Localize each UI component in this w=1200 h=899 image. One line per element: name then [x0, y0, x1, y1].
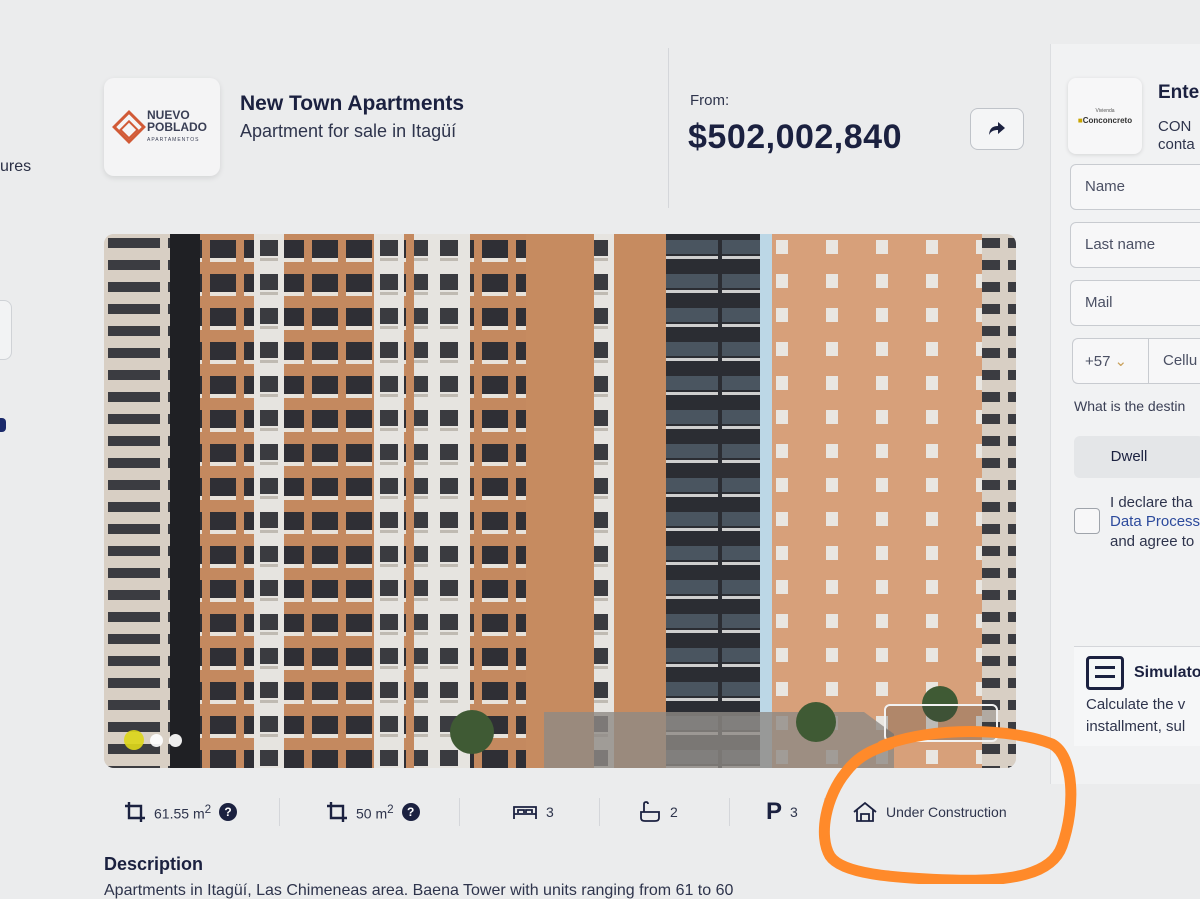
side-indicator [0, 418, 6, 432]
bedrooms-feature: 3 [512, 790, 554, 834]
simulator-description: Calculate the v [1086, 696, 1186, 713]
data-processing-link[interactable]: Data Process [1110, 513, 1200, 530]
area-crop-icon [125, 802, 145, 822]
developer-logo: NUEVO POBLADO APARTAMENTOS [147, 109, 207, 146]
simulator-description-2: installment, sul [1086, 718, 1186, 735]
declaration-text-end: and agree to [1110, 533, 1195, 550]
chevron-down-icon: ⌄ [1114, 353, 1128, 370]
built-area-value: 61.55 [154, 805, 190, 822]
builder-logo-card: Vivienda ■Conconcreto [1068, 78, 1142, 154]
help-icon[interactable]: ? [401, 803, 420, 821]
price-value: $502,002,840 [688, 118, 902, 156]
gallery-dot[interactable] [169, 733, 182, 747]
gallery-dot-active[interactable] [124, 730, 144, 750]
built-area-feature: 61.55 m2 ? [124, 790, 238, 834]
side-tab[interactable] [0, 300, 12, 360]
clipped-nav-label[interactable]: ures [0, 158, 31, 176]
consent-checkbox[interactable] [1074, 508, 1100, 534]
builder-contact: conta [1158, 136, 1195, 153]
logo-line2: POBLADO [147, 119, 207, 134]
contact-title: Ente [1158, 82, 1200, 103]
share-button[interactable] [970, 108, 1024, 150]
developer-logo-card[interactable]: NUEVO POBLADO APARTAMENTOS [104, 78, 220, 176]
builder-name: CON [1158, 118, 1192, 135]
bedrooms-value: 3 [546, 804, 554, 820]
page-title: New Town Apartments [240, 92, 465, 115]
logo-tagline: APARTAMENTOS [147, 136, 200, 143]
description-title: Description [104, 854, 204, 874]
parking-value: 3 [790, 804, 798, 820]
feature-separator [279, 798, 280, 826]
price-from-label: From: [690, 92, 730, 109]
feature-separator [729, 798, 730, 826]
built-area-unit-sup: 2 [204, 802, 212, 816]
bathtub-icon [640, 801, 660, 822]
builder-logo: ■Conconcreto [1077, 115, 1133, 125]
feature-separator [459, 798, 460, 826]
gallery-dot[interactable] [150, 733, 163, 747]
property-photo[interactable] [104, 234, 1016, 768]
logo-mark-icon [112, 110, 146, 144]
bed-icon [513, 806, 537, 819]
bathrooms-feature: 2 [638, 790, 678, 834]
private-area-feature: 50 m2 ? [326, 790, 420, 834]
declaration-text: I declare tha [1110, 494, 1193, 511]
parking-icon: P [766, 798, 783, 825]
building-photo [104, 234, 1016, 768]
country-code-value: +57 [1085, 353, 1111, 370]
dwell-option-button[interactable]: Dwell [1074, 436, 1200, 478]
phone-field[interactable]: Cellu [1148, 338, 1200, 384]
private-area-unit-sup: 2 [387, 802, 394, 816]
share-icon [989, 122, 1005, 135]
private-area-unit: m [375, 805, 388, 822]
destination-question: What is the destin [1074, 398, 1186, 414]
header-divider [668, 48, 669, 208]
mail-field[interactable]: Mail [1070, 280, 1200, 326]
simulator-icon [1086, 656, 1124, 690]
orange-circle-annotation [818, 726, 1077, 884]
parking-feature: P 3 [766, 790, 798, 834]
feature-separator [599, 798, 600, 826]
gallery-pagination [124, 730, 182, 750]
private-area-value: 50 [356, 805, 372, 822]
bathrooms-value: 2 [670, 804, 678, 820]
last-name-field[interactable]: Last name [1070, 222, 1200, 268]
name-field[interactable]: Name [1070, 164, 1200, 210]
help-icon[interactable]: ? [219, 803, 238, 821]
area-crop-icon [327, 802, 347, 822]
built-area-unit: m [192, 805, 205, 822]
country-code-select[interactable]: +57 ⌄ [1072, 338, 1148, 384]
builder-logo-name: Conconcreto [1082, 115, 1133, 125]
page-subtitle: Apartment for sale in Itagüí [240, 121, 457, 141]
builder-logo-small: Vivienda [1095, 107, 1115, 114]
description-text: Apartments in Itagüí, Las Chimeneas area… [104, 882, 734, 899]
simulator-title: Simulato [1134, 664, 1200, 681]
